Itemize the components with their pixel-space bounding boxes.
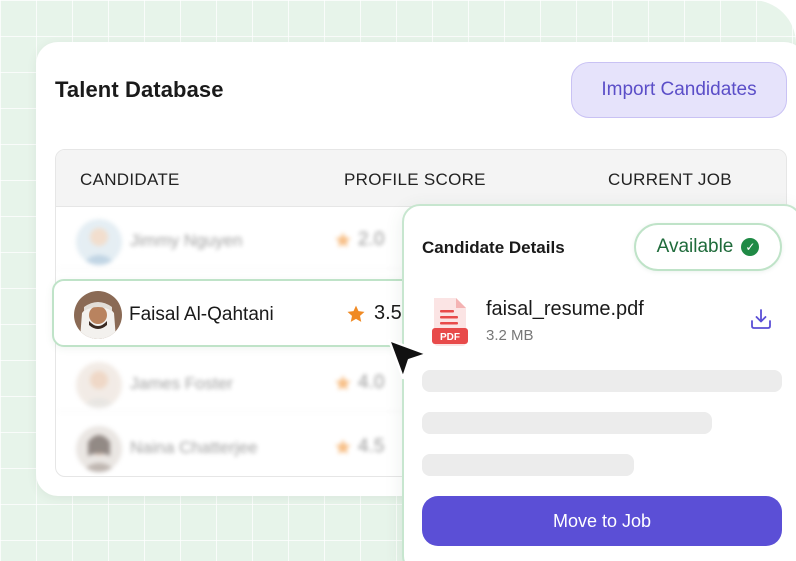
profile-score: 4.5: [334, 436, 384, 458]
import-candidates-button[interactable]: Import Candidates: [571, 62, 787, 118]
star-icon: [335, 439, 351, 455]
panel-title: Candidate Details: [422, 238, 565, 257]
page-title: Talent Database: [55, 77, 224, 102]
placeholder-line: [422, 412, 712, 434]
score-value: 2.0: [358, 229, 385, 250]
star-icon: [335, 375, 351, 391]
move-to-job-button[interactable]: Move to Job: [422, 496, 782, 546]
table-header: CANDIDATE PROFILE SCORE CURRENT JOB: [56, 150, 786, 207]
placeholder-line: [422, 454, 634, 476]
profile-score: 2.0: [334, 229, 384, 251]
candidate-name: James Foster: [130, 374, 233, 393]
candidate-details-panel: Candidate Details Available ✓ PDF faisal…: [402, 204, 796, 561]
candidate-name: Faisal Al-Qahtani: [129, 304, 274, 325]
star-icon: [347, 305, 365, 322]
profile-score: 3.5: [346, 302, 402, 325]
file-size: 3.2 MB: [486, 327, 534, 344]
avatar: [76, 362, 122, 408]
score-value: 4.0: [358, 372, 385, 393]
score-value: 4.5: [358, 436, 385, 457]
pdf-badge: PDF: [440, 332, 460, 343]
avatar: [76, 426, 122, 472]
avatar: [76, 219, 122, 265]
status-badge[interactable]: Available ✓: [634, 223, 782, 271]
column-header-candidate[interactable]: CANDIDATE: [80, 170, 180, 190]
score-value: 3.5: [374, 302, 402, 324]
mouse-cursor-icon: [387, 338, 429, 380]
file-name[interactable]: faisal_resume.pdf: [486, 298, 644, 321]
candidate-name: Jimmy Nguyen: [130, 231, 243, 250]
column-header-current-job[interactable]: CURRENT JOB: [608, 170, 732, 190]
placeholder-line: [422, 370, 782, 392]
candidate-name: Naina Chatterjee: [130, 438, 258, 457]
download-icon[interactable]: [748, 306, 774, 332]
pdf-file-icon: PDF: [432, 298, 468, 346]
avatar: [74, 291, 122, 339]
profile-score: 4.0: [334, 372, 384, 394]
check-circle-icon: ✓: [741, 238, 760, 256]
status-label: Available: [656, 236, 734, 257]
table-row-selected[interactable]: Faisal Al-Qahtani 3.5: [52, 279, 432, 347]
column-header-profile-score[interactable]: PROFILE SCORE: [344, 170, 486, 190]
star-icon: [335, 232, 351, 248]
